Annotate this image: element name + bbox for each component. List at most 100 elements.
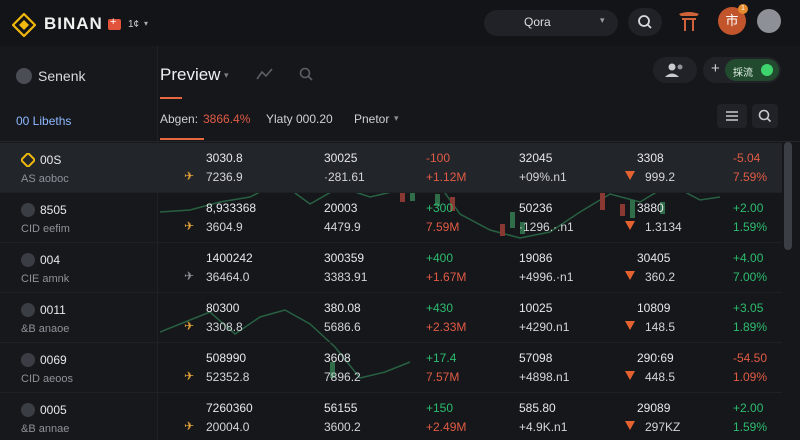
cell-value: +430: [426, 301, 454, 315]
cell-value: +2.00: [733, 401, 764, 415]
cell-subvalue: 4479.9: [324, 220, 361, 234]
table-row[interactable]: 8505 CID eefim ✈ 8,933368 3604.9 20003 4479.9 +…: [0, 193, 782, 243]
coin-icon: [19, 151, 37, 169]
cell-subvalue: 7896.2: [324, 370, 361, 384]
cell-subvalue: 448.5: [645, 370, 676, 384]
cell-value: 8,933368: [206, 201, 257, 215]
list-icon: [726, 111, 738, 121]
token-icon: [21, 203, 35, 217]
cell-subvalue: 148.5: [645, 320, 676, 334]
row-symbol: 004: [40, 253, 61, 267]
cell-subvalue: 20004.0: [206, 420, 250, 434]
cell-value: 50236: [519, 201, 553, 215]
search-selector[interactable]: [484, 10, 618, 36]
cell-subvalue: 7.59M: [426, 220, 460, 234]
users-button[interactable]: [653, 57, 697, 83]
binance-logo-icon[interactable]: [12, 13, 36, 37]
list-view-button[interactable]: [717, 104, 747, 128]
page-title[interactable]: Preview: [160, 65, 220, 85]
cell-subvalue: 360.2: [645, 270, 676, 284]
filter-label[interactable]: Ylaty 000.20: [266, 112, 333, 126]
sidebar-link[interactable]: 00 Libeths: [16, 114, 71, 128]
cell-subvalue: 7.59%: [733, 170, 768, 184]
search-icon: [758, 109, 772, 123]
cell-value: 20003: [324, 201, 358, 215]
cell-value: 585.80: [519, 401, 556, 415]
down-arrow-icon: [625, 371, 635, 380]
cell-subvalue: 7236.9: [206, 170, 243, 184]
down-arrow-icon: [625, 171, 635, 180]
chevron-down-icon: ▾: [600, 15, 605, 25]
table-row[interactable]: 0005 &B annae ✈ 7260360 20004.0 56155 3600.2 +1…: [0, 393, 782, 440]
cell-value: 3608: [324, 351, 351, 365]
cell-subvalue: 297KZ: [645, 420, 681, 434]
cell-subvalue: 1.59%: [733, 420, 768, 434]
cell-value: +4.00: [733, 251, 764, 265]
language-label[interactable]: 1¢: [128, 19, 139, 30]
cell-value: 57098: [519, 351, 553, 365]
down-arrow-icon: [625, 321, 635, 330]
table-row[interactable]: 00S AS aoboc ✈ 3030.8 7236.9 30025 ·281.61 -100…: [0, 143, 782, 193]
airplane-icon: ✈: [184, 169, 195, 183]
cell-value: 30025: [324, 151, 358, 165]
row-symbol: 8505: [40, 203, 67, 217]
cell-value: 7260360: [206, 401, 253, 415]
cell-value: 32045: [519, 151, 553, 165]
cell-value: +17.4: [426, 351, 457, 365]
table-row[interactable]: 0011 &B anaoe ✈ 80300 3308.8 380.08 5686.6 +430…: [0, 293, 782, 343]
token-icon: [21, 353, 35, 367]
shrine-icon[interactable]: [676, 8, 702, 34]
cell-value: -100: [426, 151, 451, 165]
toggle-knob[interactable]: [761, 64, 773, 76]
top-bar: BINAN + 1¢ ▾ Qora ▾ 市 1: [0, 0, 800, 46]
cell-subvalue: 999.2: [645, 170, 676, 184]
chevron-down-icon[interactable]: ▾: [224, 70, 229, 81]
cell-value: 3030.8: [206, 151, 243, 165]
table-row[interactable]: 0069 CID aeoos ✈ 508990 52352.8 3608 7896.2 +17…: [0, 343, 782, 393]
brand-name[interactable]: BINAN: [44, 14, 103, 34]
cell-value: 80300: [206, 301, 240, 315]
filter-label[interactable]: Pnetor: [354, 112, 389, 126]
down-arrow-icon: [625, 271, 635, 280]
cell-value: 56155: [324, 401, 358, 415]
scrollbar[interactable]: [784, 142, 792, 250]
row-subtitle: CIE amnk: [21, 273, 70, 285]
filter-indicator: [160, 138, 204, 140]
cell-subvalue: 3383.91: [324, 270, 368, 284]
table-row[interactable]: 004 CIE amnk ✈ 1400242 36464.0 300359 3383.91 +…: [0, 243, 782, 293]
cell-value: 300359: [324, 251, 365, 265]
row-subtitle: CID eefim: [21, 223, 70, 235]
cell-subvalue: +4290.n1: [519, 320, 570, 334]
cell-subvalue: 5686.6: [324, 320, 361, 334]
cell-value: 290:69: [637, 351, 674, 365]
plus-icon[interactable]: +: [711, 60, 720, 77]
cell-value: +150: [426, 401, 454, 415]
cell-value: +3.05: [733, 301, 764, 315]
notification-badge: 1: [738, 4, 748, 14]
cell-value: 10809: [637, 301, 671, 315]
cell-subvalue: +4996.·n1: [519, 270, 574, 284]
cell-subvalue: 3308.8: [206, 320, 243, 334]
cell-value: -5.04: [733, 151, 761, 165]
cell-subvalue: 1.59%: [733, 220, 768, 234]
users-icon: [665, 63, 683, 77]
chevron-down-icon[interactable]: ▾: [394, 113, 399, 124]
airplane-icon: ✈: [184, 369, 195, 383]
down-arrow-icon: [625, 221, 635, 230]
row-subtitle: CID aeoos: [21, 373, 73, 385]
cell-subvalue: 3600.2: [324, 420, 361, 434]
sidebar-title[interactable]: Senenk: [38, 68, 85, 84]
search-selector-label: Qora: [524, 15, 551, 29]
table-search-button[interactable]: [752, 104, 778, 128]
filter-value: 3866.4%: [203, 112, 251, 126]
chart-icon[interactable]: [256, 66, 274, 82]
search-button[interactable]: [628, 8, 662, 36]
filter-label[interactable]: Abgen:: [160, 112, 198, 126]
row-subtitle: &B annae: [21, 423, 70, 435]
cell-subvalue: 1.3134: [645, 220, 682, 234]
avatar[interactable]: [757, 9, 781, 33]
search-icon[interactable]: [298, 66, 314, 82]
cell-subvalue: +2.49M: [426, 420, 467, 434]
chevron-down-icon[interactable]: ▾: [144, 19, 148, 28]
cell-subvalue: +1.12M: [426, 170, 467, 184]
